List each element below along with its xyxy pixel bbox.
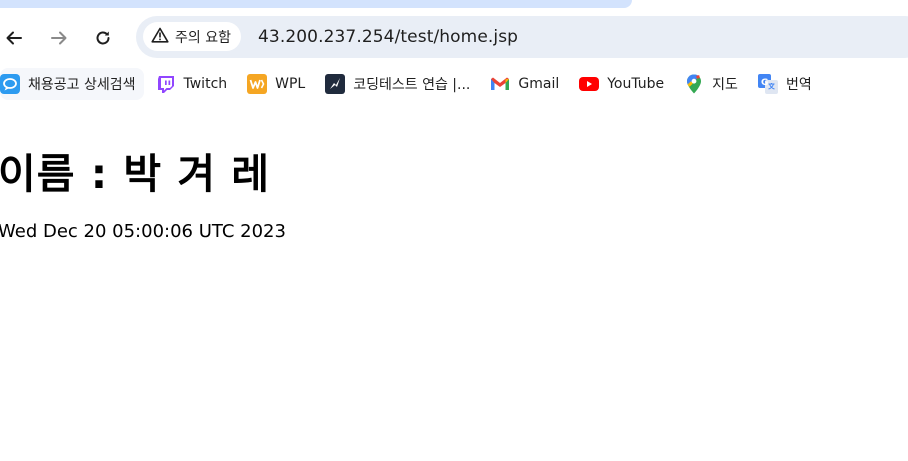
forward-arrow-icon bbox=[49, 28, 69, 48]
bookmark-coding-test[interactable]: 코딩테스트 연습 |... bbox=[325, 68, 478, 100]
translate-icon: G bbox=[757, 74, 778, 94]
bookmark-label: 지도 bbox=[712, 77, 738, 93]
back-arrow-icon bbox=[4, 28, 24, 48]
bookmark-youtube[interactable]: YouTube bbox=[579, 68, 672, 100]
bookmark-wpl[interactable]: WPL bbox=[247, 68, 313, 100]
bookmark-label: Twitch bbox=[183, 76, 228, 92]
page-title: 이름 : 박 겨 레 bbox=[0, 150, 271, 198]
bookmark-label: 채용공고 상세검색 bbox=[28, 77, 136, 93]
bookmark-translate[interactable]: G 번역 bbox=[757, 68, 820, 100]
chat-bubble-icon bbox=[0, 74, 20, 94]
warning-triangle-icon bbox=[151, 27, 169, 47]
twitch-icon bbox=[156, 74, 176, 94]
browser-chrome: 주의 요함 43.200.237.254/test/home.jsp 채용공고 … bbox=[0, 0, 908, 102]
security-indicator[interactable]: 주의 요함 bbox=[143, 22, 241, 51]
bookmark-label: WPL bbox=[275, 76, 306, 92]
server-date: Wed Dec 20 05:00:06 UTC 2023 bbox=[0, 221, 286, 242]
bookmark-maps[interactable]: 지도 bbox=[684, 68, 746, 100]
url-text[interactable]: 43.200.237.254/test/home.jsp bbox=[258, 27, 518, 47]
bookmark-label: 코딩테스트 연습 |... bbox=[353, 77, 471, 93]
gmail-icon bbox=[490, 74, 510, 94]
forward-button[interactable] bbox=[45, 24, 73, 52]
bookmark-label: YouTube bbox=[607, 76, 665, 92]
bookmark-gmail[interactable]: Gmail bbox=[490, 68, 567, 100]
reload-button[interactable] bbox=[89, 24, 117, 52]
wpl-icon bbox=[247, 74, 268, 94]
security-label: 주의 요함 bbox=[175, 29, 231, 46]
tab-strip bbox=[0, 0, 632, 8]
address-bar[interactable]: 주의 요함 43.200.237.254/test/home.jsp bbox=[136, 16, 908, 58]
bookmark-label: 번역 bbox=[785, 77, 812, 93]
bookmark-twitch[interactable]: Twitch bbox=[156, 68, 236, 100]
bookmark-job-search[interactable]: 채용공고 상세검색 bbox=[0, 68, 144, 100]
bookmarks-bar: 채용공고 상세검색 Twitch WPL 코딩테스트 연습 |... Gmail bbox=[0, 68, 908, 100]
reload-icon bbox=[93, 28, 113, 48]
programmers-icon bbox=[325, 74, 346, 94]
back-button[interactable] bbox=[0, 24, 28, 52]
maps-icon bbox=[684, 74, 704, 94]
youtube-icon bbox=[579, 74, 600, 94]
bookmark-label: Gmail bbox=[518, 76, 560, 92]
svg-text:G: G bbox=[761, 78, 768, 88]
